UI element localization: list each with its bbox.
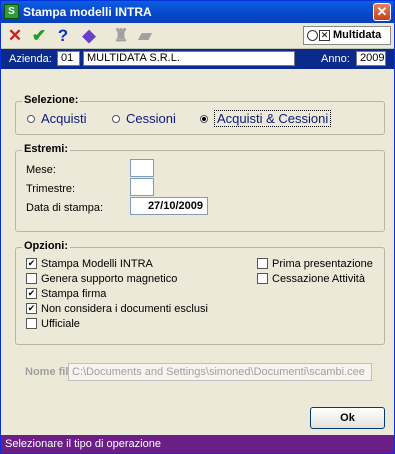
ok-button[interactable]: Ok — [310, 407, 385, 429]
multidata-logo: ✕ Multidata — [303, 26, 391, 45]
estremi-title: Estremi: — [22, 143, 71, 155]
toolbar: ✕ ✔ ? ◆ ♜ ▰ ✕ Multidata — [1, 23, 394, 49]
radio-acquisti-cessioni-circle — [200, 114, 208, 123]
radio-acquisti-label: Acquisti — [41, 111, 87, 126]
radio-acquisti-cessioni[interactable]: Acquisti & Cessioni — [200, 110, 332, 127]
check-genera-supporto[interactable]: Genera supporto magnetico — [26, 272, 178, 285]
intra-print-window: S Stampa modelli INTRA ✕ ✕ ✔ ? ◆ ♜ ▰ ✕ M… — [0, 0, 395, 454]
mese-input[interactable] — [130, 159, 154, 177]
cancel-icon[interactable]: ✕ — [5, 26, 25, 46]
radio-acquisti-cessioni-label: Acquisti & Cessioni — [214, 110, 332, 127]
azienda-label: Azienda: — [9, 53, 52, 65]
check-genera-supporto-box — [26, 272, 37, 284]
trimestre-input[interactable] — [130, 178, 154, 196]
radio-cessioni-circle — [112, 114, 120, 123]
check-stampa-modelli[interactable]: ✔ Stampa Modelli INTRA — [26, 257, 153, 270]
check-non-considera-label: Non considera i documenti esclusi — [41, 303, 208, 315]
check-ufficiale-box — [26, 317, 37, 329]
check-cessazione-attivita-box — [257, 272, 268, 284]
window-title: Stampa modelli INTRA — [23, 5, 152, 19]
check-stampa-firma[interactable]: ✔ Stampa firma — [26, 287, 107, 300]
help-icon[interactable]: ? — [53, 26, 73, 46]
app-icon: S — [4, 4, 19, 19]
nome-file-input[interactable]: C:\Documents and Settings\simoned\Docume… — [68, 363, 372, 381]
opzioni-title: Opzioni: — [22, 240, 70, 252]
check-prima-presentazione-box — [257, 257, 268, 269]
folder-icon[interactable]: ▰ — [135, 26, 155, 46]
mese-label: Mese: — [26, 164, 56, 176]
title-bar[interactable]: S Stampa modelli INTRA ✕ — [1, 1, 394, 23]
check-non-considera-box: ✔ — [26, 302, 37, 314]
check-stampa-modelli-label: Stampa Modelli INTRA — [41, 258, 153, 270]
tag-icon[interactable]: ◆ — [79, 26, 99, 46]
anno-value: 2009 — [356, 51, 386, 66]
check-ufficiale[interactable]: Ufficiale — [26, 317, 80, 330]
check-cessazione-attivita[interactable]: Cessazione Attività — [257, 272, 365, 285]
confirm-icon[interactable]: ✔ — [29, 26, 49, 46]
radio-acquisti[interactable]: Acquisti — [27, 111, 87, 126]
radio-acquisti-circle — [27, 114, 35, 123]
check-ufficiale-label: Ufficiale — [41, 318, 80, 330]
company-info-bar: Azienda: 01 MULTIDATA S.R.L. Anno: 2009 — [1, 49, 394, 69]
binoculars-icon[interactable]: ♜ — [111, 26, 131, 46]
trimestre-label: Trimestre: — [26, 183, 76, 195]
radio-cessioni[interactable]: Cessioni — [112, 111, 176, 126]
azienda-name: MULTIDATA S.R.L. — [83, 51, 295, 66]
check-prima-presentazione-label: Prima presentazione — [272, 258, 373, 270]
anno-label: Anno: — [321, 53, 350, 65]
check-non-considera[interactable]: ✔ Non considera i documenti esclusi — [26, 302, 208, 315]
logo-text: Multidata — [333, 29, 382, 41]
radio-cessioni-label: Cessioni — [126, 111, 176, 126]
check-genera-supporto-label: Genera supporto magnetico — [41, 273, 178, 285]
check-stampa-modelli-box: ✔ — [26, 257, 37, 269]
check-prima-presentazione[interactable]: Prima presentazione — [257, 257, 373, 270]
logo-cross-icon: ✕ — [319, 30, 330, 41]
azienda-code: 01 — [57, 51, 80, 66]
logo-circle-icon — [307, 30, 318, 41]
data-stampa-label: Data di stampa: — [26, 202, 104, 214]
check-stampa-firma-box: ✔ — [26, 287, 37, 299]
data-stampa-input[interactable]: 27/10/2009 — [130, 197, 208, 215]
check-stampa-firma-label: Stampa firma — [41, 288, 107, 300]
status-bar: Selezionare il tipo di operazione — [1, 435, 394, 453]
close-button[interactable]: ✕ — [373, 3, 391, 21]
check-cessazione-attivita-label: Cessazione Attività — [272, 273, 365, 285]
selezione-title: Selezione: — [22, 94, 81, 106]
